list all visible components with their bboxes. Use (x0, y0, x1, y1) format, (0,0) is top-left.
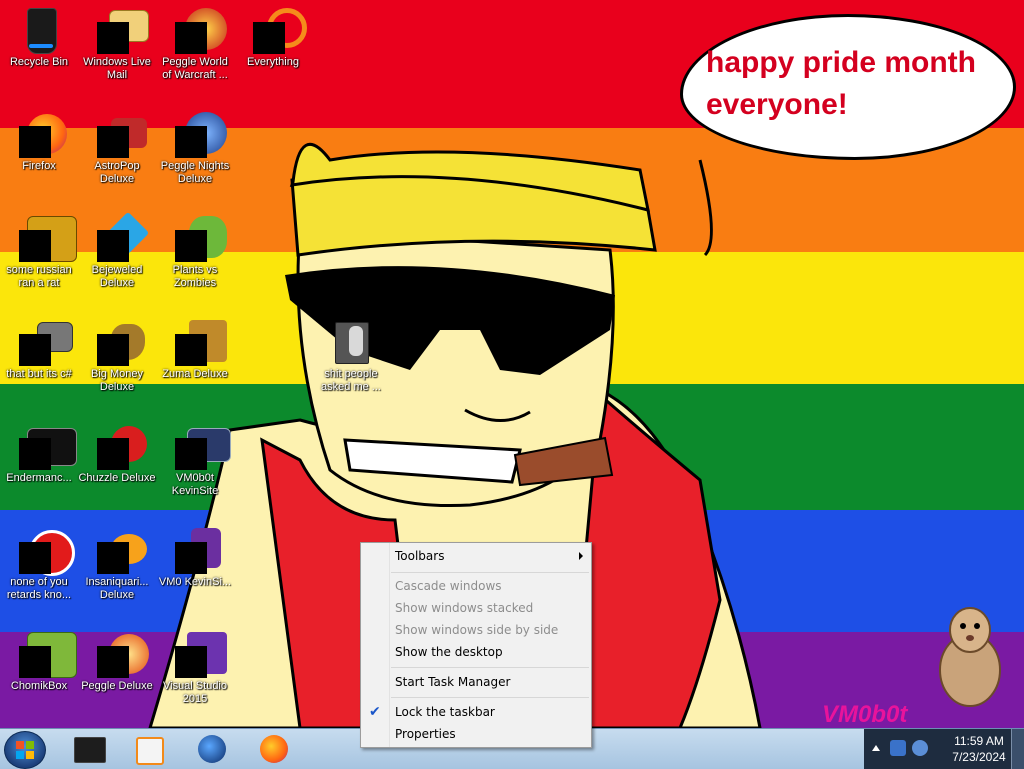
peggle-icon (93, 630, 149, 678)
menu-separator (391, 572, 589, 573)
moon-icon (171, 110, 227, 158)
taskbar-pinned-terminal[interactable] (60, 731, 116, 767)
menu-item-lock-taskbar[interactable]: ✔ Lock the taskbar (361, 701, 591, 723)
desktop-icon-astropop[interactable]: AstroPop Deluxe (78, 110, 156, 186)
recycle-bin-icon (15, 6, 63, 54)
taskbar-pinned-media-player[interactable] (120, 731, 176, 767)
menu-item-show-windows-stacked[interactable]: Show windows stacked (361, 597, 591, 619)
folder-icon (327, 318, 375, 366)
document-icon (171, 526, 221, 574)
desktop-icon-peggle-deluxe[interactable]: Peggle Deluxe (78, 630, 156, 693)
firefox-icon (15, 110, 67, 158)
visual-studio-icon (171, 630, 227, 678)
desktop-icon-everything[interactable]: Everything (234, 6, 312, 69)
desktop-icon-firefox[interactable]: Firefox (0, 110, 78, 173)
app-icon (15, 214, 77, 262)
desktop-icon-vm0b0t-kevinsite[interactable]: VM0b0t KevinSite (156, 422, 234, 498)
desktop-icon-none-of-you[interactable]: none of you retards kno... (0, 526, 78, 602)
show-desktop-button[interactable] (1011, 729, 1024, 769)
desktop-icon-bejeweled[interactable]: Bejeweled Deluxe (78, 211, 156, 290)
desktop-icon-that-but-csharp[interactable]: that but its c# (0, 318, 78, 381)
magnifier-icon (249, 6, 307, 54)
clock-time: 11:59 AM (954, 734, 1004, 748)
desktop-icon-folder[interactable]: shit people asked me ... (312, 318, 390, 394)
gem-icon (93, 211, 150, 262)
menu-item-properties[interactable]: Properties (361, 723, 591, 745)
network-icon[interactable] (890, 740, 906, 756)
media-player-icon (136, 737, 164, 765)
peggle-wow-icon (171, 6, 227, 54)
menu-separator (391, 697, 589, 698)
desktop-icon-plants-vs-zombies[interactable]: Plants vs Zombies (156, 214, 234, 290)
desktop-icon-visual-studio[interactable]: Visual Studio 2015 (156, 630, 234, 706)
speech-bubble-text: happy pride month everyone! (706, 46, 976, 121)
chuzzle-icon (93, 422, 147, 470)
taskbar-context-menu[interactable]: Toolbars Cascade windows Show windows st… (360, 542, 592, 748)
desktop-icon-big-money[interactable]: Big Money Deluxe (78, 318, 156, 394)
system-tray[interactable]: 11:59 AM 7/23/2024 (864, 729, 1024, 769)
desktop-icon-russian-rat[interactable]: some russian ran a rat (0, 214, 78, 290)
money-bag-icon (93, 318, 145, 366)
windows-logo-icon (16, 741, 34, 759)
desktop-icon-recycle-bin[interactable]: Recycle Bin (0, 6, 78, 69)
start-button[interactable] (4, 731, 46, 769)
desktop-icon-zuma[interactable]: Zuma Deluxe (156, 318, 234, 381)
plant-icon (171, 214, 227, 262)
console-window-icon (15, 422, 77, 470)
desktop-icon-chomikbox[interactable]: ChomikBox (0, 630, 78, 693)
watermark-text: VM0b0t (822, 701, 908, 728)
hamster-box-icon (15, 630, 77, 678)
taskbar-pinned-firefox[interactable] (246, 731, 302, 767)
clock[interactable]: 11:59 AM 7/23/2024 (940, 733, 1018, 765)
show-hidden-icons-arrow-icon[interactable] (872, 745, 880, 751)
zuma-icon (171, 318, 227, 366)
submenu-arrow-icon (579, 552, 583, 560)
menu-item-cascade-windows[interactable]: Cascade windows (361, 575, 591, 597)
fish-icon (93, 526, 147, 574)
menu-item-start-task-manager[interactable]: Start Task Manager (361, 671, 591, 693)
desktop-icon-chuzzle[interactable]: Chuzzle Deluxe (78, 422, 156, 485)
menu-separator (391, 667, 589, 668)
red-circle-icon (15, 526, 75, 576)
hamster-illustration (939, 607, 1001, 707)
mail-icon (93, 6, 149, 54)
astropop-icon (93, 110, 147, 158)
desktop-icon-peggle-wow[interactable]: Peggle World of Warcraft ... (156, 6, 234, 82)
volume-icon[interactable] (912, 740, 928, 756)
desktop-icon-windows-live-mail[interactable]: Windows Live Mail (78, 6, 156, 82)
desktop-icon-endermanc[interactable]: Endermanc... (0, 422, 78, 485)
stacked-windows-icon (15, 318, 73, 366)
checkmark-icon: ✔ (369, 704, 381, 720)
monitor-icon (171, 422, 231, 470)
menu-item-side-by-side[interactable]: Show windows side by side (361, 619, 591, 641)
globe-icon (198, 735, 226, 763)
taskbar-pinned-globe[interactable] (184, 731, 240, 767)
desktop-icon-vm0-kevinsi[interactable]: VM0 KevinSi... (156, 526, 234, 589)
menu-item-show-desktop[interactable]: Show the desktop (361, 641, 591, 663)
firefox-icon (260, 735, 288, 763)
desktop-icon-peggle-nights[interactable]: Peggle Nights Deluxe (156, 110, 234, 186)
menu-item-toolbars[interactable]: Toolbars (361, 545, 591, 567)
clock-date: 7/23/2024 (952, 750, 1006, 764)
desktop-icon-insaniquarium[interactable]: Insaniquari... Deluxe (78, 526, 156, 602)
terminal-icon (74, 737, 106, 763)
